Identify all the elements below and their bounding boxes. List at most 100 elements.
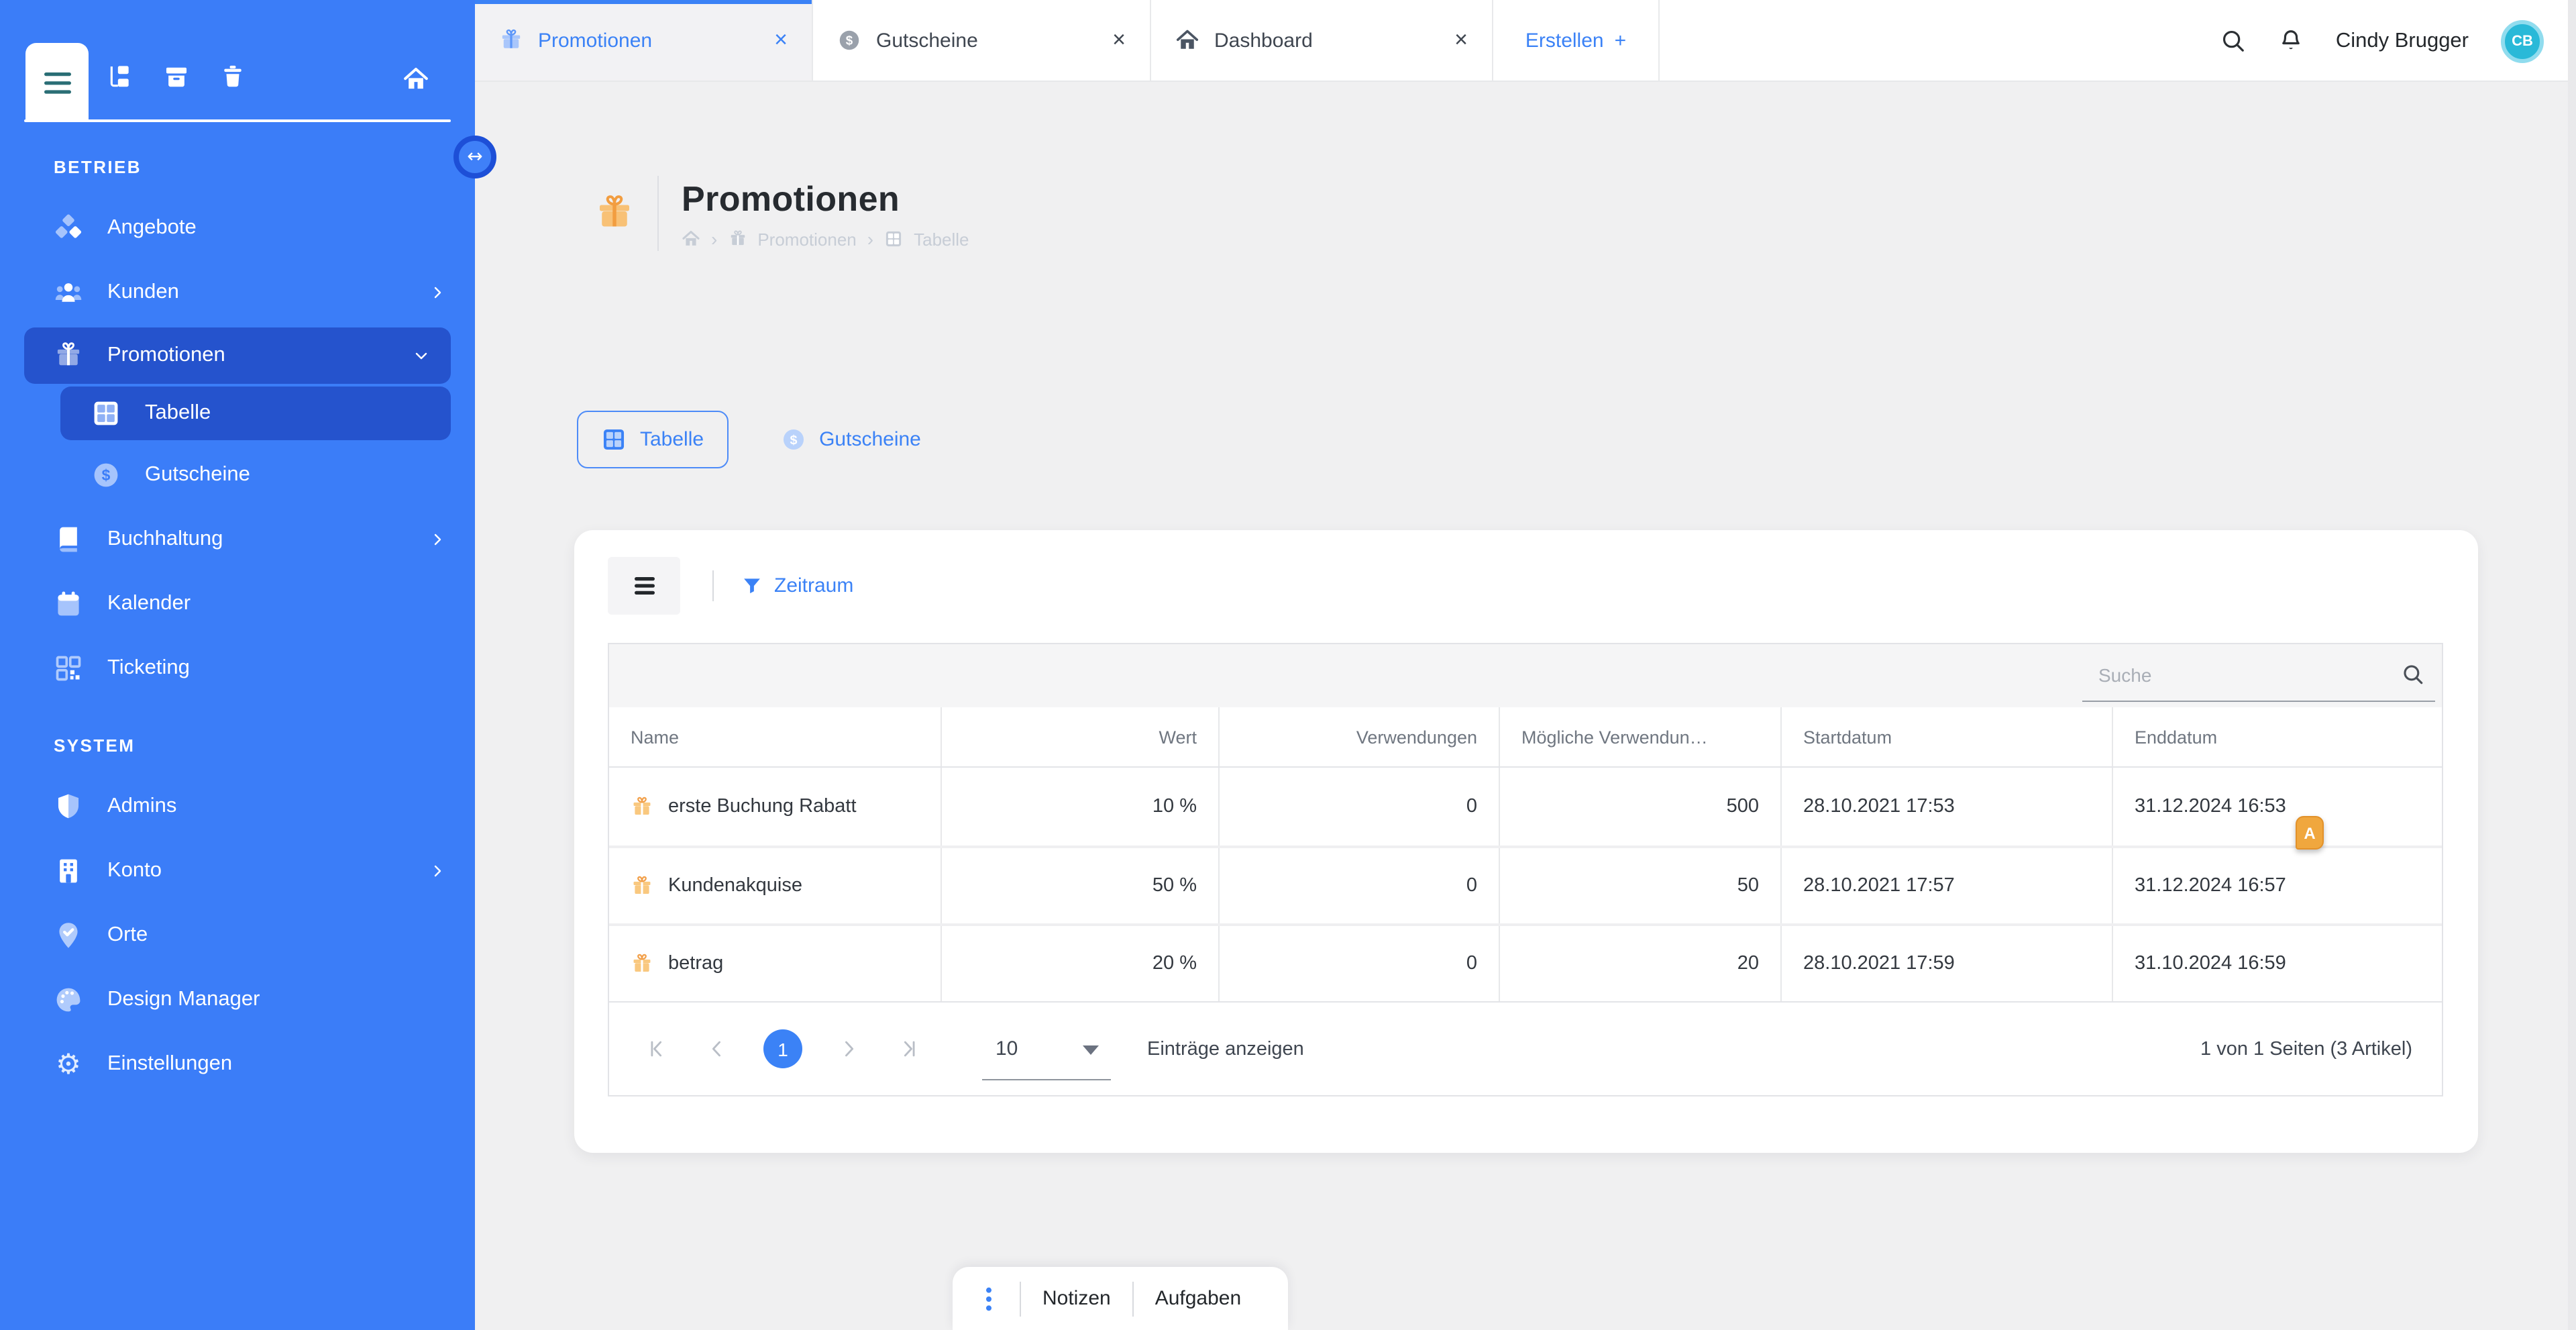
cell-verwendungen: 0	[1218, 926, 1499, 1001]
next-page-icon[interactable]	[837, 1037, 860, 1060]
column-header[interactable]: Name	[609, 707, 941, 766]
cell-moegliche-verwendungen: 500	[1499, 768, 1780, 846]
sidebar-item-label: Buchhaltung	[107, 527, 223, 552]
page-size-select[interactable]: 10	[982, 1018, 1111, 1080]
first-page-icon[interactable]	[645, 1037, 668, 1060]
dock-divider	[1020, 1281, 1021, 1316]
table-icon	[91, 399, 121, 428]
sidebar-menu-button[interactable]	[25, 43, 89, 122]
sidebar-item-promotionen[interactable]: Promotionen	[24, 327, 451, 384]
sidebar-item-design-manager[interactable]: Design Manager	[0, 968, 475, 1032]
table-row[interactable]: betrag 20 % 0 20 28.10.2021 17:59 31.10.…	[609, 923, 2442, 1001]
breadcrumb-separator: ›	[867, 229, 873, 248]
sidebar-item-kalender[interactable]: Kalender	[0, 572, 475, 636]
sidebar-item-label: Ticketing	[107, 656, 190, 680]
close-icon[interactable]: ×	[774, 27, 788, 54]
column-header[interactable]: Mögliche Verwendun…	[1499, 707, 1780, 766]
palette-icon	[54, 985, 83, 1015]
search-icon[interactable]	[2402, 663, 2424, 686]
archive-icon[interactable]	[164, 64, 189, 90]
content-area: Promotionen › Promotion	[475, 82, 2576, 1330]
table-icon	[601, 427, 627, 452]
sidebar-item-orte[interactable]: Orte	[0, 903, 475, 968]
prev-page-icon[interactable]	[706, 1037, 729, 1060]
book-icon	[54, 525, 83, 554]
close-icon[interactable]: ×	[1454, 27, 1468, 54]
tab-gutscheine[interactable]: $ Gutscheine ×	[813, 0, 1151, 81]
section-label: SYSTEM	[0, 735, 475, 756]
folder-tree-icon[interactable]	[107, 64, 133, 90]
entries-label: Einträge anzeigen	[1147, 1038, 1304, 1060]
map-pin-check-icon	[54, 921, 83, 950]
close-icon[interactable]: ×	[1112, 27, 1126, 54]
column-header[interactable]: Wert	[941, 707, 1218, 766]
sidebar-item-gutscheine[interactable]: $ Gutscheine	[0, 443, 475, 507]
gear-icon: ⚙	[54, 1050, 83, 1079]
sidebar-item-label: Promotionen	[107, 344, 225, 368]
table-menu-button[interactable]	[608, 557, 680, 615]
last-page-icon[interactable]	[898, 1037, 920, 1060]
svg-text:$: $	[790, 433, 797, 448]
sidebar-item-buchhaltung[interactable]: Buchhaltung	[0, 507, 475, 572]
dock-item-notizen[interactable]: Notizen	[1042, 1287, 1111, 1310]
plus-icon: +	[1615, 29, 1627, 52]
hamburger-icon	[634, 577, 654, 595]
sidebar-item-angebote[interactable]: Angebote	[0, 196, 475, 260]
sidebar-item-kunden[interactable]: Kunden	[0, 260, 475, 325]
column-header[interactable]: Startdatum	[1780, 707, 2112, 766]
cubes-icon	[54, 213, 83, 243]
sidebar-section-system: SYSTEM Admins Konto	[0, 735, 475, 1096]
breadcrumb-item[interactable]: Promotionen	[757, 229, 856, 249]
caret-down-icon	[1083, 1045, 1099, 1054]
home-icon[interactable]	[682, 229, 700, 248]
column-header[interactable]: Verwendungen	[1218, 707, 1499, 766]
tab-dashboard[interactable]: Dashboard ×	[1151, 0, 1493, 81]
tab-label: Dashboard	[1214, 29, 1313, 52]
user-name[interactable]: Cindy Brugger	[2336, 29, 2469, 53]
sidebar-item-label: Kalender	[107, 592, 191, 616]
sidebar-item-admins[interactable]: Admins	[0, 774, 475, 839]
view-tab-gutscheine[interactable]: $ Gutscheine	[780, 427, 921, 452]
column-header[interactable]: Enddatum	[2112, 707, 2442, 766]
dock-item-aufgaben[interactable]: Aufgaben	[1155, 1287, 1241, 1310]
ellipsis-vertical-icon[interactable]	[979, 1285, 998, 1312]
sidebar-collapse-button[interactable]: ↔	[453, 136, 496, 178]
sidebar-item-einstellungen[interactable]: ⚙ Einstellungen	[0, 1032, 475, 1096]
bell-icon[interactable]	[2278, 28, 2304, 54]
sidebar-item-tabelle[interactable]: Tabelle	[60, 387, 451, 440]
search-input[interactable]	[2082, 648, 2435, 701]
sidebar-item-ticketing[interactable]: Ticketing	[0, 636, 475, 701]
tab-erstellen-new[interactable]: Erstellen +	[1493, 0, 1660, 81]
gift-icon	[631, 874, 653, 897]
gift-icon	[631, 795, 653, 818]
sidebar-divider	[24, 119, 451, 122]
home-icon[interactable]	[402, 66, 429, 93]
badge-dollar-icon: $	[837, 28, 861, 52]
search-icon[interactable]	[2220, 28, 2246, 54]
zeitraum-filter-button[interactable]: Zeitraum	[742, 574, 853, 597]
cell-startdatum: 28.10.2021 17:59	[1780, 926, 2112, 1001]
view-tab-tabelle[interactable]: Tabelle	[577, 411, 728, 468]
bottom-dock: Notizen Aufgaben	[953, 1267, 1288, 1330]
avatar[interactable]: CB	[2501, 19, 2544, 62]
table-row[interactable]: erste Buchung Rabatt 10 % 0 500 28.10.20…	[609, 768, 2442, 846]
pagination-summary: 1 von 1 Seiten (3 Artikel)	[2200, 1038, 2412, 1060]
breadcrumb-item[interactable]: Tabelle	[914, 229, 969, 249]
badge-dollar-icon: $	[91, 460, 121, 490]
trash-icon[interactable]	[220, 64, 246, 90]
dock-divider	[1132, 1281, 1134, 1316]
collaborator-cursor-badge: A	[2296, 816, 2324, 850]
cell-name: betrag	[668, 953, 723, 974]
tab-promotionen[interactable]: Promotionen ×	[475, 0, 813, 81]
sidebar-item-konto[interactable]: Konto	[0, 839, 475, 903]
current-page-button[interactable]: 1	[763, 1029, 802, 1068]
gift-icon	[631, 952, 653, 975]
cell-startdatum: 28.10.2021 17:53	[1780, 768, 2112, 846]
gift-icon	[499, 28, 523, 52]
scrollbar[interactable]	[2568, 0, 2576, 1330]
cell-enddatum: 31.12.2024 16:57	[2112, 848, 2442, 923]
hamburger-icon	[42, 70, 72, 95]
header-divider	[657, 176, 659, 251]
table-row[interactable]: Kundenakquise 50 % 0 50 28.10.2021 17:57…	[609, 846, 2442, 923]
pagination: 1 10 Einträge anzeigen 1	[609, 1001, 2442, 1095]
